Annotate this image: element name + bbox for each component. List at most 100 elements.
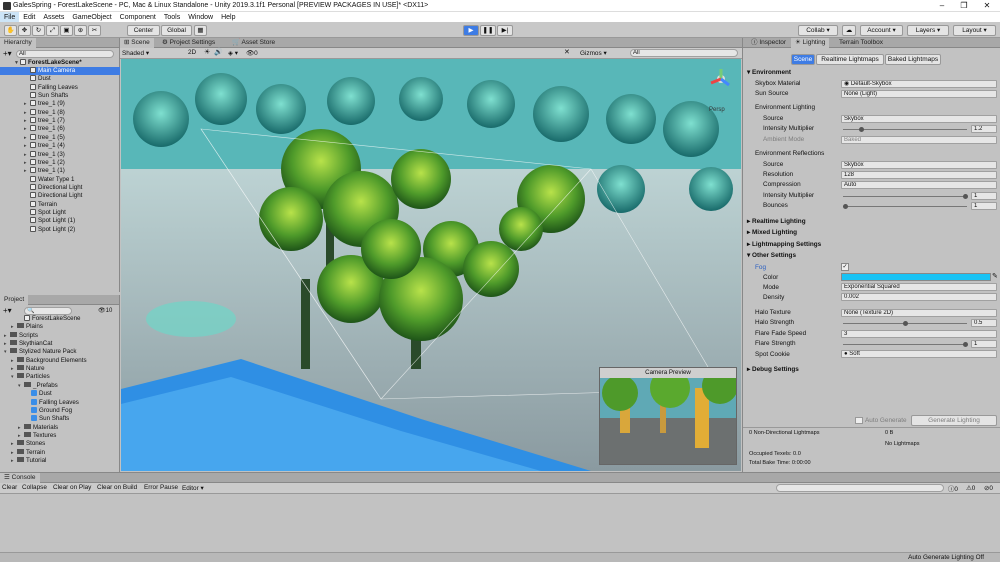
project-tree-item[interactable]: ▾ _Prefabs: [0, 381, 120, 390]
tab-scene[interactable]: ⊞ Scene: [120, 38, 154, 48]
tab-asset-store[interactable]: 🛒 Asset Store: [228, 38, 279, 48]
hierarchy-item[interactable]: Main Camera: [0, 67, 120, 76]
resolution-dropdown[interactable]: 128: [841, 171, 997, 179]
fog-density-input[interactable]: 0.002: [841, 293, 997, 301]
project-tree-item[interactable]: ▸ Stones: [0, 440, 120, 448]
project-tree-item[interactable]: Falling Leaves: [0, 398, 120, 407]
halo-strength-slider[interactable]: [843, 321, 967, 326]
hierarchy-item[interactable]: ▸ tree_1 (2): [0, 158, 120, 167]
menu-help[interactable]: Help: [217, 12, 239, 22]
console-clear-button[interactable]: Clear: [2, 484, 17, 491]
close-window-button[interactable]: ✕: [980, 1, 994, 11]
collab-button[interactable]: Collab ▾: [798, 25, 838, 36]
hierarchy-item[interactable]: ▸ tree_1 (1): [0, 167, 120, 175]
add-object-button[interactable]: +▾: [3, 49, 12, 58]
project-tree-item[interactable]: Ground Fog: [0, 406, 120, 415]
subtab-baked-lightmaps[interactable]: Baked Lightmaps: [885, 54, 941, 65]
tab-inspector[interactable]: ⓘ Inspector: [747, 38, 790, 48]
scene-viewport[interactable]: Persp Camera Preview: [121, 59, 741, 471]
log-count[interactable]: ⓘ0: [948, 484, 958, 493]
tab-lighting[interactable]: ☀ Lighting: [791, 38, 830, 48]
project-tree-item[interactable]: ▸ Tutorial: [0, 456, 120, 465]
debug-settings-header[interactable]: ▸ Debug Settings: [747, 365, 799, 373]
grid-snap-icon[interactable]: ▦: [194, 25, 207, 36]
project-tree-item[interactable]: ▸ Textures: [0, 431, 120, 440]
other-settings-header[interactable]: ▾ Other Settings: [747, 251, 796, 259]
tab-hierarchy[interactable]: Hierarchy: [0, 38, 36, 48]
project-tree-item[interactable]: ▸ SkythianCat: [0, 340, 120, 348]
hierarchy-item[interactable]: Falling Leaves: [0, 83, 120, 92]
spot-cookie-field[interactable]: ● Soft: [841, 350, 997, 358]
menu-gameobject[interactable]: GameObject: [68, 12, 115, 22]
env-source-dropdown[interactable]: Skybox: [841, 115, 997, 123]
auto-generate-checkbox[interactable]: [855, 417, 863, 424]
project-tree-item[interactable]: ▸ Materials: [0, 423, 120, 432]
clear-on-build-button[interactable]: Clear on Build: [97, 484, 137, 491]
pivot-center-button[interactable]: Center: [127, 25, 160, 36]
halo-texture-field[interactable]: None (Texture 2D): [841, 309, 997, 317]
create-asset-button[interactable]: +▾: [3, 306, 12, 315]
realtime-lighting-header[interactable]: ▸ Realtime Lighting: [747, 217, 806, 225]
pause-button[interactable]: ❚❚: [480, 25, 496, 36]
hierarchy-item[interactable]: ▸ tree_1 (7): [0, 117, 120, 125]
rect-tool-icon[interactable]: ▣: [60, 25, 73, 36]
custom-tool-icon[interactable]: ✂: [88, 25, 101, 36]
shading-mode-dropdown[interactable]: Shaded ▾: [122, 49, 149, 57]
compression-dropdown[interactable]: Auto: [841, 181, 997, 189]
transform-tool-icon[interactable]: ⊕: [74, 25, 87, 36]
cloud-icon[interactable]: ☁: [842, 25, 856, 36]
rotate-tool-icon[interactable]: ↻: [32, 25, 45, 36]
menu-file[interactable]: File: [0, 12, 20, 22]
lighting-toggle-icon[interactable]: ☀: [204, 48, 210, 56]
refl-intensity-input[interactable]: 1: [971, 192, 997, 200]
scene-search-input[interactable]: All: [630, 49, 738, 57]
project-tree-item[interactable]: Dust: [0, 390, 120, 398]
hierarchy-item[interactable]: Dust: [0, 75, 120, 83]
mixed-lighting-header[interactable]: ▸ Mixed Lighting: [747, 228, 797, 236]
bounces-input[interactable]: 1: [971, 202, 997, 210]
flare-fade-input[interactable]: 3: [841, 330, 997, 338]
clear-on-play-button[interactable]: Clear on Play: [53, 484, 91, 491]
play-button[interactable]: ▶: [463, 25, 479, 36]
console-collapse-button[interactable]: Collapse: [22, 484, 47, 491]
hierarchy-item[interactable]: Directional Light: [0, 183, 120, 192]
tab-console[interactable]: ☰ Console: [0, 473, 40, 483]
halo-strength-input[interactable]: 0.5: [971, 319, 997, 327]
error-pause-button[interactable]: Error Pause: [144, 484, 178, 491]
project-tree-item[interactable]: ▸ Terrain: [0, 448, 120, 457]
bounces-slider[interactable]: [843, 204, 967, 209]
flare-strength-input[interactable]: 1: [971, 340, 997, 348]
hierarchy-item[interactable]: Sun Shafts: [0, 92, 120, 100]
hierarchy-item[interactable]: ▸ tree_1 (6): [0, 125, 120, 133]
hierarchy-item[interactable]: ▸ tree_1 (9): [0, 100, 120, 108]
step-button[interactable]: ▶|: [497, 25, 513, 36]
warning-count[interactable]: ⚠0: [966, 484, 975, 492]
project-search-input[interactable]: 🔍: [24, 307, 72, 315]
tab-terrain-toolbox[interactable]: Terrain Toolbox: [835, 38, 887, 48]
sun-source-field[interactable]: None (Light): [841, 90, 997, 98]
menu-tools[interactable]: Tools: [160, 12, 184, 22]
menu-edit[interactable]: Edit: [19, 12, 39, 22]
fog-mode-dropdown[interactable]: Exponential Squared: [841, 283, 997, 291]
scene-orientation-gizmo[interactable]: [709, 67, 733, 91]
hierarchy-item[interactable]: Water Type 1: [0, 175, 120, 184]
flare-strength-slider[interactable]: [843, 342, 968, 347]
hand-tool-icon[interactable]: ✋: [4, 25, 17, 36]
toggle-2d-button[interactable]: 2D: [188, 49, 196, 56]
project-tree-item[interactable]: ▸ Plains: [0, 323, 120, 331]
account-dropdown[interactable]: Account ▾: [860, 25, 903, 36]
menu-assets[interactable]: Assets: [39, 12, 68, 22]
hierarchy-item[interactable]: ▸ tree_1 (8): [0, 108, 120, 117]
hierarchy-search-input[interactable]: All: [16, 50, 114, 58]
layout-dropdown[interactable]: Layout ▾: [953, 25, 996, 36]
project-tree-item[interactable]: ▸ Background Elements: [0, 356, 120, 365]
tools-icon[interactable]: ✕: [564, 48, 570, 56]
project-tree-item[interactable]: ▸ Nature: [0, 365, 120, 373]
audio-toggle-icon[interactable]: 🔊: [214, 48, 223, 56]
minimize-button[interactable]: –: [935, 1, 949, 11]
effects-dropdown[interactable]: ◈ ▾: [228, 49, 238, 57]
hierarchy-item[interactable]: Spot Light (1): [0, 217, 120, 225]
menu-window[interactable]: Window: [184, 12, 217, 22]
refl-source-dropdown[interactable]: Skybox: [841, 161, 997, 169]
intensity-input[interactable]: 1.2: [971, 125, 997, 133]
